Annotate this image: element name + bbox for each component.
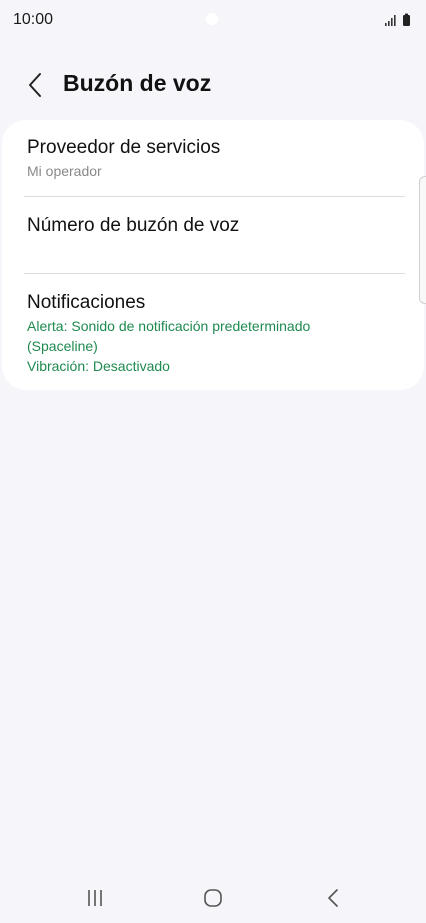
status-bar: 10:00 [0, 0, 426, 40]
recent-apps-button[interactable] [80, 886, 110, 910]
app-header: Buzón de voz [0, 60, 426, 110]
setting-service-provider[interactable]: Proveedor de servicios Mi operador [2, 120, 424, 197]
setting-title: Número de buzón de voz [27, 215, 240, 236]
notification-vibration-text: Vibración: Desactivado [27, 358, 170, 374]
camera-cutout [206, 13, 218, 25]
nav-back-button[interactable] [318, 886, 348, 910]
back-icon [328, 889, 338, 907]
status-time: 10:00 [13, 11, 54, 28]
navigation-bar [0, 873, 426, 923]
notification-alert-text: Alerta: Sonido de notificación predeterm… [27, 318, 311, 334]
signal-icon [385, 15, 396, 26]
page-title: Buzón de voz [63, 70, 212, 96]
back-button[interactable] [20, 70, 50, 100]
settings-card: Proveedor de servicios Mi operador Númer… [2, 120, 424, 390]
notification-alert-sound: (Spaceline) [27, 338, 98, 354]
chevron-left-icon [29, 73, 41, 97]
setting-notifications[interactable]: Notificaciones Alerta: Sonido de notific… [2, 274, 424, 390]
recent-apps-icon [88, 890, 102, 906]
setting-title: Proveedor de servicios [27, 137, 221, 158]
status-icons [384, 12, 414, 28]
scrollbar[interactable] [419, 176, 426, 304]
battery-icon [403, 13, 410, 26]
setting-subtitle: Mi operador [27, 163, 102, 179]
home-button[interactable] [198, 886, 228, 910]
home-icon [204, 889, 222, 907]
setting-title: Notificaciones [27, 292, 146, 313]
setting-voicemail-number[interactable]: Número de buzón de voz [2, 197, 424, 274]
